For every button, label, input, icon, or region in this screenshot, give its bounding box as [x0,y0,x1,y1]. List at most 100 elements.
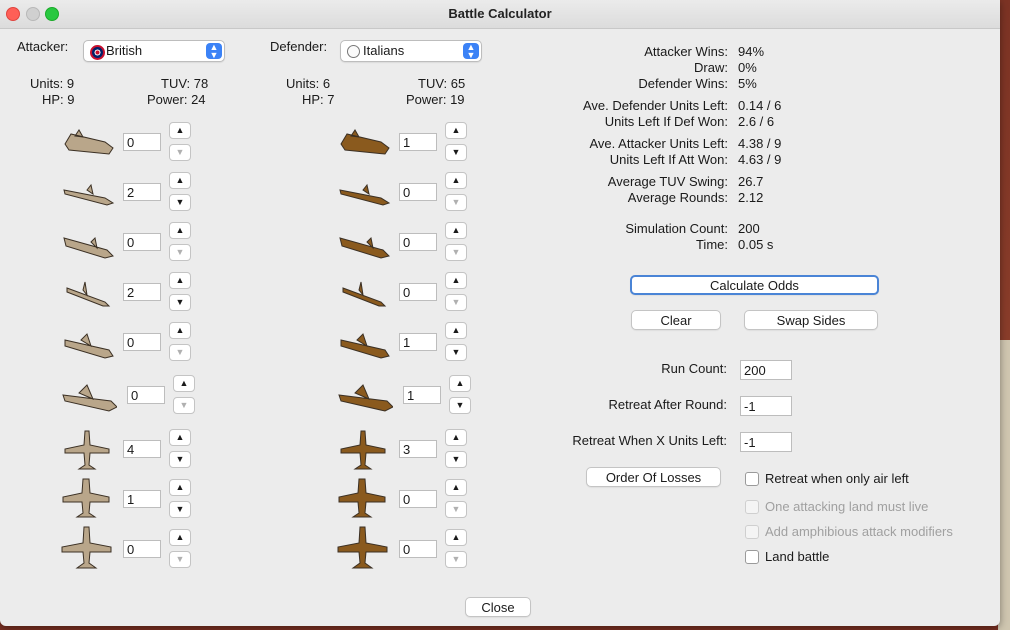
result-value: 4.63 / 9 [738,152,782,167]
defender-decrement-button[interactable]: ▼ [445,551,467,568]
attacker-decrement-button[interactable]: ▼ [169,194,191,211]
aircraft-carrier-icon [339,236,390,259]
defender-decrement-button[interactable]: ▼ [445,501,467,518]
defender-unit-count-input[interactable]: 0 [399,283,437,301]
attacker-increment-button[interactable]: ▲ [169,322,191,339]
attacker-unit-count-input[interactable]: 0 [127,386,165,404]
attacker-decrement-button[interactable]: ▼ [169,144,191,161]
attacker-increment-button[interactable]: ▲ [169,529,191,546]
defender-increment-button[interactable]: ▲ [445,122,467,139]
defender-increment-button[interactable]: ▲ [445,322,467,339]
attacker-increment-button[interactable]: ▲ [169,172,191,189]
attacker-decrement-button[interactable]: ▼ [169,501,191,518]
retreat-after-round-label: Retreat After Round: [608,397,727,412]
attacker-label: Attacker: [17,39,69,54]
result-label: Draw: [694,60,728,75]
strategic-bomber-icon [61,526,112,569]
defender-tuv: TUV: 65 [418,76,466,91]
attacker-select[interactable]: British ▲ ▼ [83,40,225,62]
strategic-bomber-icon [337,526,388,569]
attacker-unit-count-input[interactable]: 0 [123,133,161,151]
attacker-increment-button[interactable]: ▲ [169,222,191,239]
clear-button[interactable]: Clear [631,310,721,330]
defender-power: Power: 19 [406,92,465,107]
defender-decrement-button[interactable]: ▼ [445,244,467,261]
attacker-unit-row: 2 ▲ ▼ [61,268,211,312]
defender-unit-row: 3 ▲ ▼ [337,425,487,470]
result-label: Units Left If Def Won: [604,114,728,129]
defender-increment-button[interactable]: ▲ [449,375,471,392]
destroyer-icon [66,281,111,307]
defender-hp: HP: 7 [302,92,335,107]
attacker-decrement-button[interactable]: ▼ [173,397,195,414]
retreat-units-left-input[interactable]: -1 [740,432,792,452]
defender-decrement-button[interactable]: ▼ [445,144,467,161]
defender-unit-count-input[interactable]: 0 [399,490,437,508]
attacker-decrement-button[interactable]: ▼ [169,294,191,311]
attacker-increment-button[interactable]: ▲ [169,272,191,289]
swap-sides-button[interactable]: Swap Sides [744,310,878,330]
retreat-after-round-input[interactable]: -1 [740,396,792,416]
defender-unit-count-input[interactable]: 1 [399,133,437,151]
run-count-input[interactable]: 200 [740,360,792,380]
fighter-icon [340,430,386,470]
submarine-icon [63,183,115,206]
defender-increment-button[interactable]: ▲ [445,272,467,289]
attacker-decrement-button[interactable]: ▼ [169,344,191,361]
defender-unit-row: 0 ▲ ▼ [337,475,487,519]
defender-increment-button[interactable]: ▲ [445,479,467,496]
defender-unit-count-input[interactable]: 1 [399,333,437,351]
attacker-increment-button[interactable]: ▲ [169,479,191,496]
defender-unit-count-input[interactable]: 0 [399,183,437,201]
attacker-unit-row: 0 ▲ ▼ [61,118,211,162]
attacker-unit-count-input[interactable]: 4 [123,440,161,458]
attacker-unit-count-input[interactable]: 0 [123,333,161,351]
attacker-unit-row: 0 ▲ ▼ [61,218,211,262]
attacker-decrement-button[interactable]: ▼ [169,244,191,261]
defender-unit-count-input[interactable]: 3 [399,440,437,458]
result-label: Units Left If Att Won: [609,152,728,167]
defender-increment-button[interactable]: ▲ [445,172,467,189]
defender-unit-count-input[interactable]: 0 [399,233,437,251]
order-of-losses-button[interactable]: Order Of Losses [586,467,721,487]
defender-unit-count-input[interactable]: 0 [399,540,437,558]
attacker-unit-count-input[interactable]: 2 [123,183,161,201]
attacker-unit-count-input[interactable]: 2 [123,283,161,301]
option-checkbox[interactable] [745,472,759,486]
defender-decrement-button[interactable]: ▼ [445,451,467,468]
defender-decrement-button[interactable]: ▼ [449,397,471,414]
cruiser-icon [64,333,114,359]
attacker-unit-count-input[interactable]: 1 [123,490,161,508]
defender-unit-row: 1 ▲ ▼ [337,371,487,415]
close-button[interactable]: Close [465,597,531,617]
attacker-units: Units: 9 [30,76,75,91]
tactical-bomber-icon [338,478,386,518]
attacker-unit-count-input[interactable]: 0 [123,233,161,251]
attacker-increment-button[interactable]: ▲ [173,375,195,392]
defender-unit-row: 1 ▲ ▼ [337,318,487,362]
calculate-odds-button[interactable]: Calculate Odds [630,275,879,295]
option-checkbox[interactable] [745,550,759,564]
defender-increment-button[interactable]: ▲ [445,529,467,546]
defender-increment-button[interactable]: ▲ [445,222,467,239]
attacker-decrement-button[interactable]: ▼ [169,451,191,468]
result-value: 4.38 / 9 [738,136,782,151]
defender-unit-row: 0 ▲ ▼ [337,268,487,312]
defender-select[interactable]: Italians ▲ ▼ [340,40,482,62]
attacker-unit-count-input[interactable]: 0 [123,540,161,558]
defender-increment-button[interactable]: ▲ [445,429,467,446]
option-checkbox-label: One attacking land must live [765,499,929,514]
attacker-power: Power: 24 [147,92,206,107]
attacker-increment-button[interactable]: ▲ [169,122,191,139]
battleship-icon [338,384,393,412]
result-value: 200 [738,221,760,236]
attacker-decrement-button[interactable]: ▼ [169,551,191,568]
defender-decrement-button[interactable]: ▼ [445,294,467,311]
defender-unit-count-input[interactable]: 1 [403,386,441,404]
fighter-icon [64,430,110,470]
attacker-tuv: TUV: 78 [161,76,209,91]
defender-decrement-button[interactable]: ▼ [445,344,467,361]
result-value: 0.05 s [738,237,774,252]
attacker-increment-button[interactable]: ▲ [169,429,191,446]
defender-decrement-button[interactable]: ▼ [445,194,467,211]
